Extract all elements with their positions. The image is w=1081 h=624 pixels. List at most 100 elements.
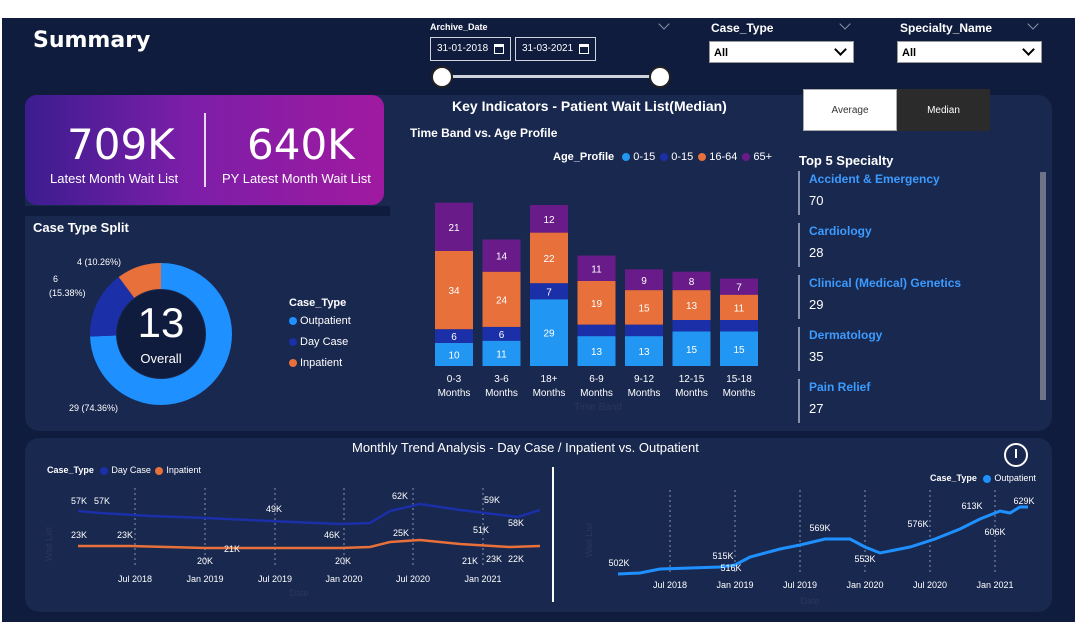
x-tick-label: Months — [675, 388, 708, 399]
inpatient-line[interactable] — [78, 538, 540, 550]
bar-data-label: 19 — [591, 299, 603, 310]
y-axis-title: Wait List — [584, 522, 594, 557]
x-tick-label: Jul 2018 — [653, 580, 687, 590]
slider-end-handle[interactable] — [649, 66, 671, 88]
page-title: Summary — [33, 28, 151, 53]
donut-legend-title: Case_Type — [289, 297, 347, 309]
bar-data-label: 7 — [546, 287, 552, 298]
outpatient-line[interactable] — [617, 505, 1028, 576]
bar-data-label: 21 — [448, 223, 460, 234]
dot-icon — [100, 466, 109, 475]
trend-title: Monthly Trend Analysis - Day Case / Inpa… — [352, 440, 699, 455]
daycase-data-label: 51K — [473, 525, 489, 535]
legend-daycase: Day Case — [289, 336, 348, 348]
bar-data-label: 13 — [591, 347, 603, 358]
calendar-icon[interactable] — [579, 44, 589, 54]
inpatient-data-label: 23K — [117, 530, 133, 540]
x-tick-label: Months — [533, 388, 566, 399]
latest-wait-list-label: Latest Month Wait List — [50, 171, 179, 186]
inpatient-data-label: 20K — [197, 556, 213, 566]
median-toggle-button[interactable]: Median — [897, 89, 990, 131]
top5-scrollbar[interactable] — [1040, 172, 1046, 400]
bar-segment[interactable] — [625, 324, 663, 337]
specialty-accent-bar — [798, 379, 800, 423]
bar-data-label: 24 — [496, 295, 508, 306]
legend-item: 65+ — [742, 151, 772, 163]
bar-segment[interactable] — [720, 320, 758, 332]
outpatient-data-label: 606K — [984, 527, 1005, 537]
specialty-dropdown[interactable]: All — [897, 41, 1042, 63]
trend-divider — [552, 467, 554, 602]
slider-start-handle[interactable] — [431, 66, 453, 88]
inpatient-data-label: 21K — [462, 556, 478, 566]
specialty-accent-bar — [798, 171, 800, 215]
specialty-name[interactable]: Dermatology — [809, 328, 882, 342]
x-tick-label: 15-18 — [726, 374, 752, 385]
x-axis-title: Date — [800, 596, 819, 605]
specialty-value: 28 — [809, 245, 824, 260]
specialty-accent-bar — [798, 223, 800, 267]
x-tick-label: Jan 2019 — [716, 580, 753, 590]
outpatient-data-label: 502K — [608, 558, 629, 568]
slice-label-inpatient: 4 (10.26%) — [77, 257, 121, 267]
bar-data-label: 8 — [689, 277, 695, 288]
specialty-name[interactable]: Cardiology — [809, 224, 872, 238]
x-tick-label: Months — [580, 388, 613, 399]
specialty-label: Specialty_Name — [900, 21, 993, 35]
dot-icon — [660, 153, 669, 162]
date-from-input[interactable]: 31-01-2018 — [430, 37, 511, 61]
date-range-slider[interactable] — [442, 75, 660, 78]
x-tick-label: Jul 2019 — [783, 580, 817, 590]
outpatient-data-label: 569K — [809, 523, 830, 533]
specialty-name[interactable]: Pain Relief — [809, 380, 870, 394]
specialty-name[interactable]: Clinical (Medical) Genetics — [809, 276, 961, 290]
slice-label-outpatient: 29 (74.36%) — [69, 403, 118, 413]
x-tick-label: Months — [628, 388, 661, 399]
daycase-line[interactable] — [77, 502, 540, 526]
specialty-value: 27 — [809, 401, 824, 416]
specialty-value: 70 — [809, 193, 824, 208]
bar-segment[interactable] — [577, 324, 616, 337]
date-to-input[interactable]: 31-03-2021 — [515, 37, 596, 61]
daycase-data-label: 62K — [392, 491, 408, 501]
bar-data-label: 22 — [543, 254, 555, 265]
slice-label-daycase-2: (15.38%) — [49, 288, 86, 298]
legend-outpatient: Outpatient — [289, 315, 351, 327]
donut-center-value: 13 — [138, 299, 185, 346]
bar-data-label: 13 — [686, 301, 698, 312]
legend-item: 0-15 — [660, 151, 693, 163]
x-tick-label: Months — [723, 388, 756, 399]
outpatient-data-label: 576K — [907, 519, 928, 529]
case-type-split-title: Case Type Split — [33, 220, 129, 235]
x-tick-label: Jan 2019 — [186, 574, 223, 584]
x-tick-label: Jan 2020 — [325, 574, 362, 584]
x-tick-label: 9-12 — [634, 374, 654, 385]
bar-data-label: 10 — [448, 351, 460, 362]
time-band-bar-chart: 10 6 34 21 0-3 Months 11 6 24 14 3-6 Months 29 7 22 12 1… — [435, 202, 758, 413]
archive-date-label: Archive_Date — [430, 22, 488, 32]
chevron-down-icon — [834, 43, 847, 56]
bar-data-label: 11 — [591, 264, 602, 275]
chevron-down-icon — [1022, 43, 1035, 56]
average-toggle-button[interactable]: Average — [803, 89, 897, 131]
calendar-icon[interactable] — [494, 44, 504, 54]
specialty-name[interactable]: Accident & Emergency — [809, 172, 940, 186]
bar-data-label: 34 — [448, 286, 460, 297]
dot-icon — [622, 153, 631, 162]
bar-data-label: 11 — [496, 349, 507, 360]
x-tick-label: 12-15 — [679, 374, 705, 385]
x-axis-title: Time Band — [574, 402, 622, 413]
bar-data-label: 15 — [638, 303, 650, 314]
case-type-value: All — [714, 47, 729, 59]
inpatient-data-label: 21K — [224, 544, 240, 554]
outpatient-data-label: 516K — [720, 563, 741, 573]
dot-icon — [289, 359, 297, 368]
case-type-dropdown[interactable]: All — [709, 41, 854, 63]
x-tick-label: 6-9 — [589, 374, 604, 385]
bar-segment[interactable] — [672, 320, 711, 332]
focus-mode-icon[interactable] — [1004, 443, 1028, 467]
daycase-data-label: 46K — [324, 530, 340, 540]
inpatient-data-label: 23K — [71, 530, 87, 540]
bar-data-label: 11 — [734, 303, 745, 314]
outpatient-data-label: 613K — [961, 501, 982, 511]
